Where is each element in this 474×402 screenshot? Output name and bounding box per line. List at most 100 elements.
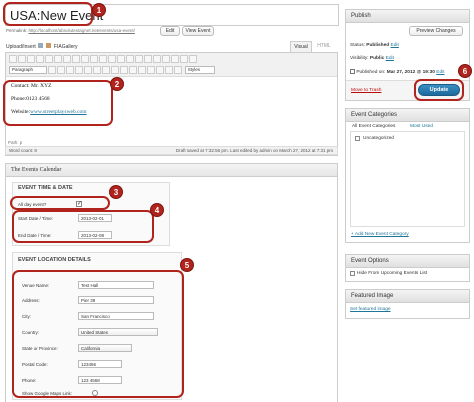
calendar-box-title: The Events Calendar bbox=[6, 164, 337, 177]
calendar-icon bbox=[350, 69, 355, 74]
phone-input[interactable]: 123 4568 bbox=[78, 376, 122, 384]
state-label: State or Province: bbox=[22, 346, 58, 351]
postal-label: Postal Code: bbox=[22, 362, 48, 367]
spellcheck-icon[interactable] bbox=[117, 55, 125, 63]
kitchen-sink-icon[interactable] bbox=[135, 55, 143, 63]
anchor-icon[interactable] bbox=[165, 66, 174, 74]
help-icon[interactable] bbox=[156, 66, 165, 74]
status-label: Status: bbox=[350, 43, 365, 48]
indent-icon[interactable] bbox=[129, 66, 138, 74]
state-select[interactable]: California bbox=[78, 344, 132, 352]
website-link[interactable]: www.streetplaysweb.com bbox=[30, 109, 86, 115]
city-input[interactable]: San Francisco bbox=[78, 312, 154, 320]
category-list bbox=[350, 131, 465, 227]
hide-upcoming-checkbox[interactable] bbox=[350, 271, 355, 276]
redo-icon[interactable] bbox=[147, 66, 156, 74]
featured-image-title: Featured Image bbox=[346, 290, 469, 303]
city-label: City: bbox=[22, 314, 31, 319]
permalink-label: Permalink: bbox=[6, 28, 28, 33]
more-icon[interactable] bbox=[108, 55, 116, 63]
published-value: Mar 27, 2012 @ 19:30 bbox=[386, 69, 435, 75]
visibility-edit-link[interactable]: Edit bbox=[386, 56, 394, 61]
permalink-url[interactable]: http://localhost/absolutestagnet.net/eve… bbox=[29, 28, 135, 33]
start-date-label: Start Date / Time: bbox=[18, 216, 54, 221]
image-icon[interactable] bbox=[162, 55, 170, 63]
annotation-badge-4: 4 bbox=[150, 203, 164, 217]
event-options-box: Event Options bbox=[345, 254, 470, 282]
shortcode-icon[interactable] bbox=[180, 55, 188, 63]
postal-input[interactable]: 123456 bbox=[78, 360, 122, 368]
bullet-list-icon[interactable] bbox=[36, 55, 44, 63]
editor-content[interactable]: Contact: Mr. XYZ Phone:0123 4568 Website… bbox=[6, 77, 337, 122]
start-date-input[interactable]: 2013-02-01 bbox=[78, 214, 112, 222]
featured-image-box: Featured Image bbox=[345, 289, 470, 319]
event-location-heading: EVENT LOCATION DETAILS bbox=[18, 257, 91, 263]
category-checkbox[interactable] bbox=[355, 136, 360, 141]
published-label: Published on: bbox=[356, 69, 386, 75]
video-icon[interactable] bbox=[171, 55, 179, 63]
blockquote-icon[interactable] bbox=[54, 55, 62, 63]
styles-select[interactable]: Styles bbox=[184, 66, 215, 74]
tab-html[interactable]: HTML bbox=[314, 41, 334, 52]
visibility-label: Visibility: bbox=[350, 56, 369, 61]
paste-text-icon[interactable] bbox=[75, 66, 84, 74]
special-char-icon[interactable] bbox=[111, 66, 120, 74]
add-category-link[interactable]: + Add New Event Category bbox=[351, 232, 409, 237]
media-icon[interactable] bbox=[45, 43, 51, 48]
media-embed-icon[interactable] bbox=[102, 66, 111, 74]
tab-most-used[interactable]: Most Used bbox=[410, 124, 433, 129]
update-button[interactable]: Update bbox=[418, 84, 460, 96]
set-featured-image-link[interactable]: Set featured image bbox=[350, 307, 391, 312]
table-icon[interactable] bbox=[153, 55, 161, 63]
outdent-icon[interactable] bbox=[120, 66, 129, 74]
visibility-row: Visibility: Public Edit bbox=[350, 56, 394, 61]
content-phone: Phone:0123 4568 bbox=[11, 96, 50, 102]
google-maps-checkbox[interactable] bbox=[92, 390, 98, 396]
country-select[interactable]: United States bbox=[78, 328, 158, 336]
bold-icon[interactable] bbox=[9, 55, 17, 63]
tab-all-categories[interactable]: All Event Categories bbox=[352, 124, 395, 129]
address-input[interactable]: Pier 39 bbox=[78, 296, 154, 304]
align-center-icon[interactable] bbox=[72, 55, 80, 63]
google-maps-label: Show Google Maps Link: bbox=[22, 391, 73, 396]
venue-input[interactable]: Test Hall bbox=[78, 281, 154, 289]
media-icon[interactable] bbox=[38, 43, 44, 48]
fiagallery-link[interactable]: FIAGallery bbox=[54, 44, 78, 50]
underline-icon[interactable] bbox=[48, 66, 57, 74]
end-date-input[interactable]: 2013-02-08 bbox=[78, 231, 112, 239]
strikethrough-icon[interactable] bbox=[27, 55, 35, 63]
country-label: Country: bbox=[22, 330, 40, 335]
justify-icon[interactable] bbox=[57, 66, 66, 74]
title-input[interactable]: USA:New Event bbox=[5, 4, 339, 26]
format-select[interactable]: Paragraph bbox=[9, 66, 47, 74]
unlink-icon[interactable] bbox=[99, 55, 107, 63]
text-color-icon[interactable] bbox=[66, 66, 75, 74]
align-right-icon[interactable] bbox=[81, 55, 89, 63]
view-event-button[interactable]: View Event bbox=[182, 26, 214, 36]
published-edit-link[interactable]: Edit bbox=[436, 70, 444, 75]
preview-changes-button[interactable]: Preview Changes bbox=[409, 26, 463, 36]
editor-frame: Paragraph Styles Contact: Mr. XYZ Phone:… bbox=[5, 52, 338, 156]
paste-word-icon[interactable] bbox=[84, 66, 93, 74]
status-edit-link[interactable]: Edit bbox=[391, 43, 399, 48]
annotation-badge-3: 3 bbox=[109, 185, 123, 199]
category-uncategorized: Uncategorized bbox=[363, 136, 394, 141]
move-to-trash-link[interactable]: Move to Trash bbox=[351, 88, 381, 93]
fullscreen-icon[interactable] bbox=[126, 55, 134, 63]
draft-saved-text: Draft saved at 7:32:56 pm. Last edited b… bbox=[175, 148, 333, 153]
gallery-icon[interactable] bbox=[144, 55, 152, 63]
upload-insert-label: Upload/Insert bbox=[6, 44, 36, 50]
editor-path: Path: p bbox=[8, 140, 23, 145]
clear-format-icon[interactable] bbox=[93, 66, 102, 74]
link-icon[interactable] bbox=[90, 55, 98, 63]
undo-icon[interactable] bbox=[138, 66, 147, 74]
font-icon[interactable] bbox=[174, 66, 183, 74]
all-day-checkbox[interactable]: ✓ bbox=[76, 201, 82, 207]
italic-icon[interactable] bbox=[18, 55, 26, 63]
numbered-list-icon[interactable] bbox=[45, 55, 53, 63]
align-left-icon[interactable] bbox=[63, 55, 71, 63]
address-label: Address: bbox=[22, 298, 40, 303]
permalink-edit-button[interactable]: Edit bbox=[160, 26, 180, 36]
tab-visual[interactable]: Visual bbox=[290, 41, 312, 52]
code-icon[interactable] bbox=[189, 55, 197, 63]
